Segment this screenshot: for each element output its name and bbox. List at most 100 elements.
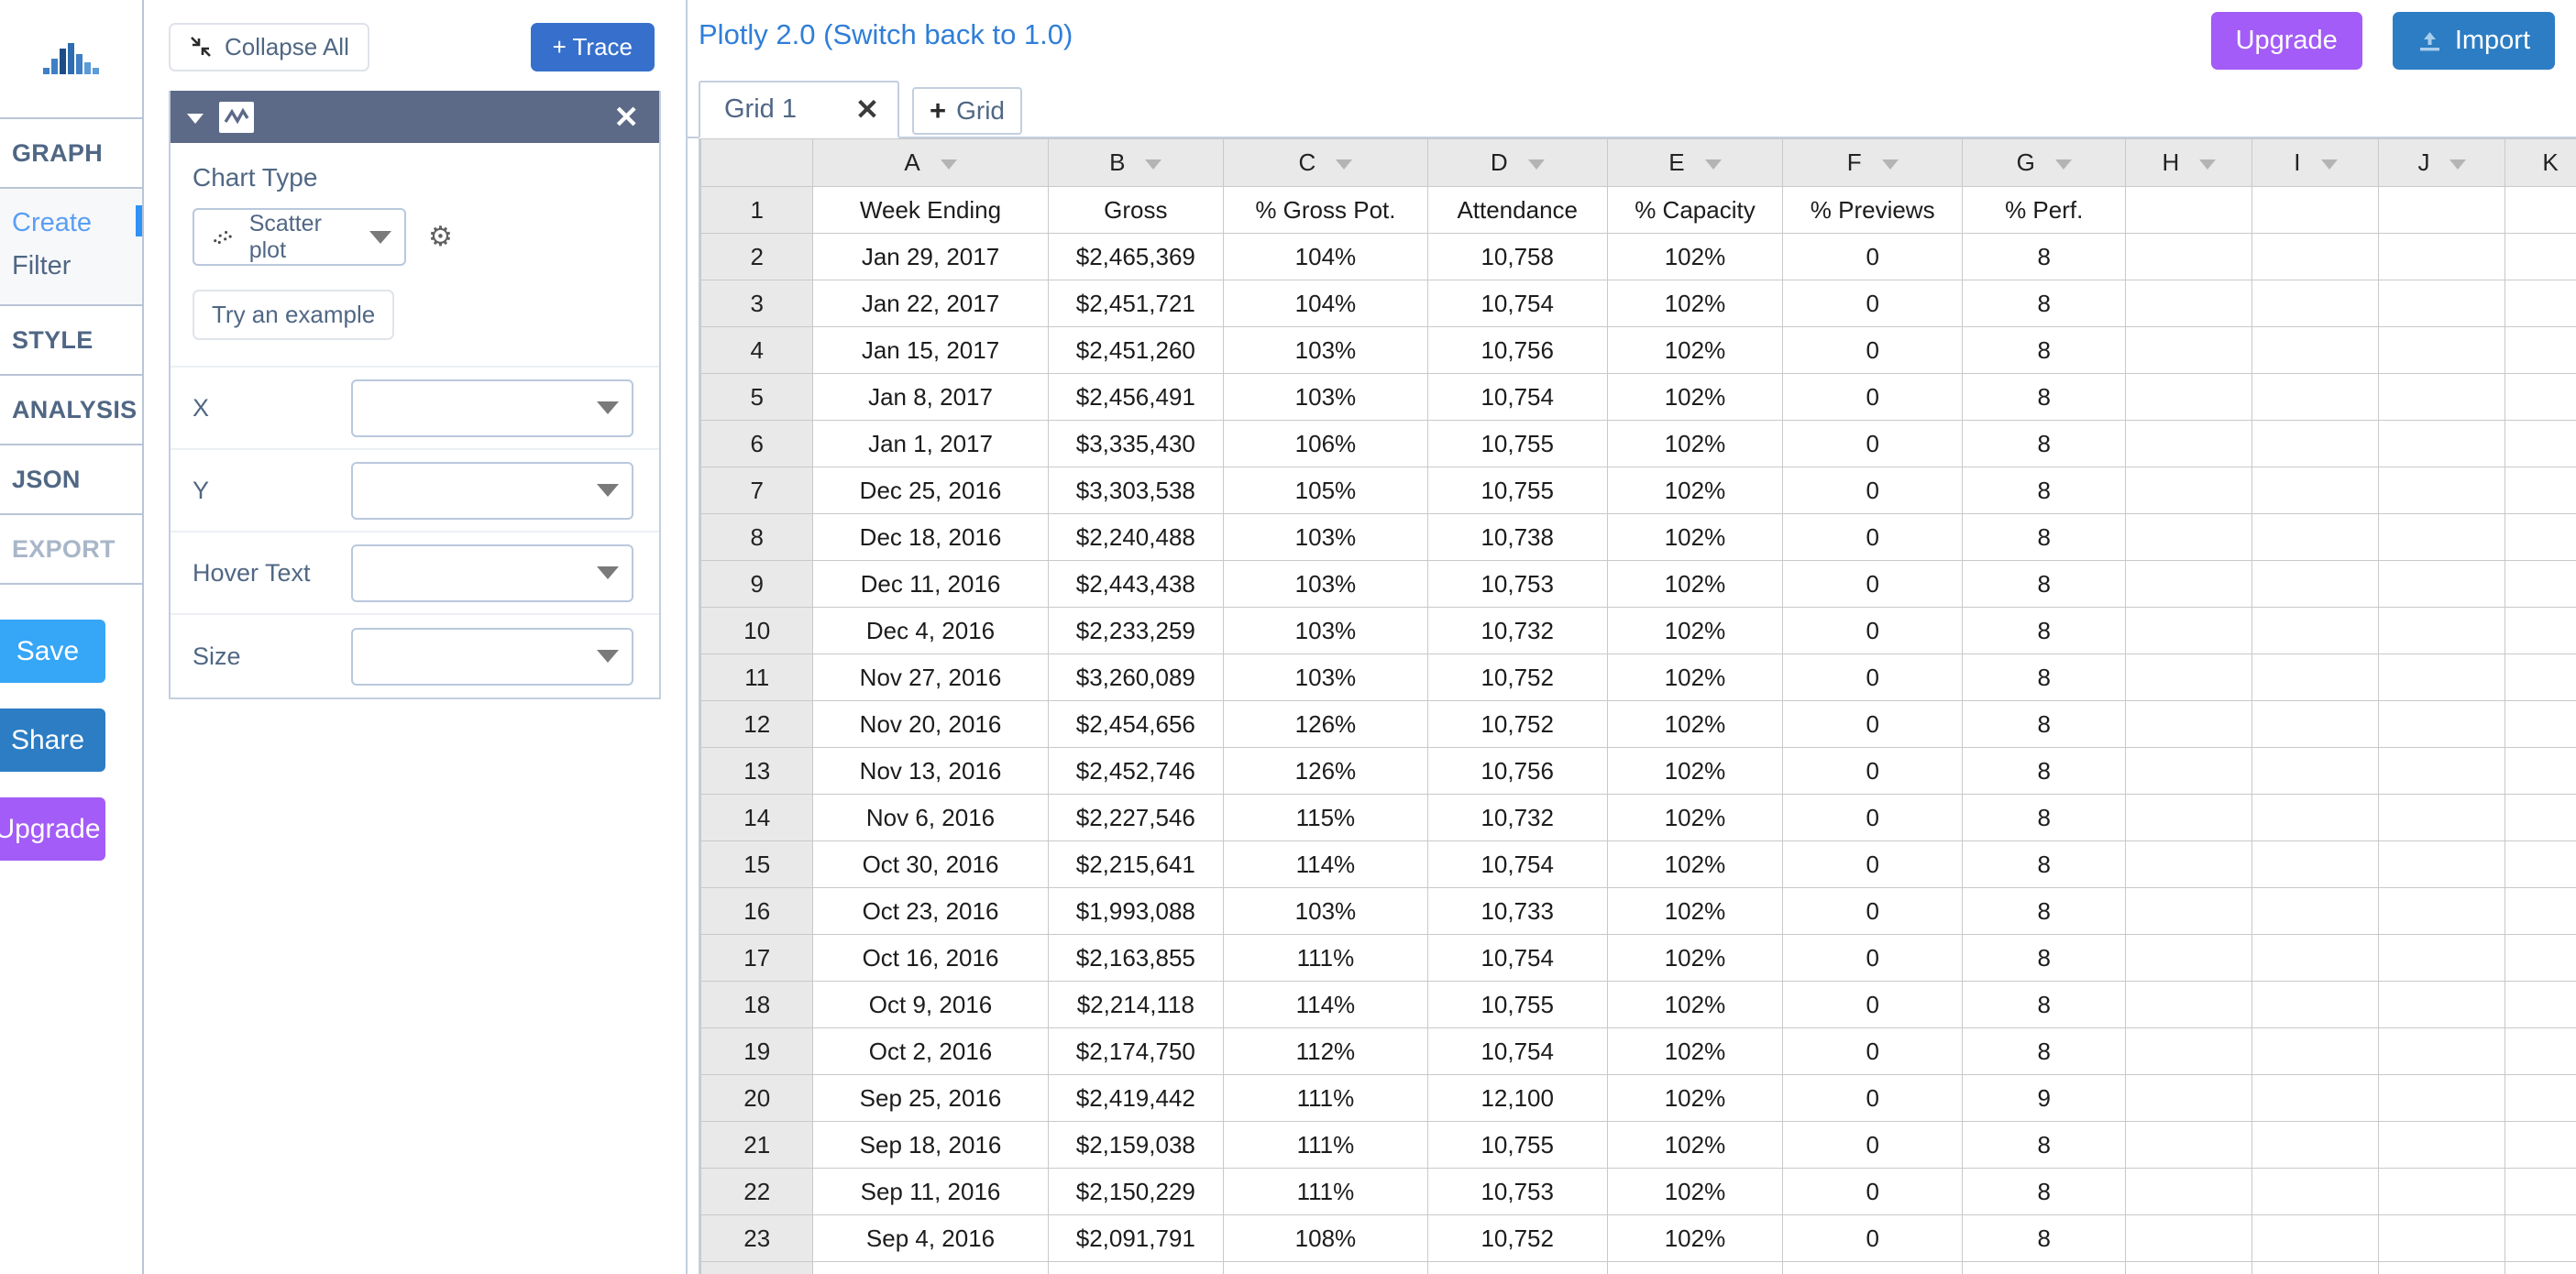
column-header-h[interactable]: H bbox=[2125, 138, 2253, 187]
grid-cell[interactable]: 10,754 bbox=[1426, 280, 1608, 327]
grid-cell[interactable] bbox=[2125, 280, 2253, 327]
column-header-k[interactable]: K bbox=[2504, 138, 2576, 187]
import-button[interactable]: Import bbox=[2392, 12, 2555, 70]
row-number-cell[interactable]: 19 bbox=[699, 1027, 814, 1075]
grid-cell[interactable]: 0 bbox=[1782, 840, 1964, 888]
grid-cell[interactable]: $2,233,259 bbox=[1047, 607, 1225, 654]
grid-cell[interactable]: 103% bbox=[1223, 326, 1428, 374]
page-title[interactable]: Plotly 2.0 (Switch back to 1.0) bbox=[688, 0, 1073, 51]
grid-cell[interactable]: % Gross Pot. bbox=[1223, 186, 1428, 234]
grid-cell[interactable]: 10,754 bbox=[1426, 934, 1608, 982]
grid-cell[interactable]: Jan 1, 2017 bbox=[812, 420, 1049, 467]
grid-cell[interactable]: 10,733 bbox=[1426, 887, 1608, 935]
grid-cell[interactable]: 102% bbox=[1606, 513, 1784, 561]
grid-cell[interactable]: 0 bbox=[1782, 794, 1964, 841]
grid-cell[interactable] bbox=[2504, 373, 2576, 421]
grid-cell[interactable] bbox=[2125, 981, 2253, 1028]
grid-cell[interactable]: 10,756 bbox=[1426, 326, 1608, 374]
grid-cell[interactable]: 104% bbox=[1223, 280, 1428, 327]
chevron-down-icon[interactable] bbox=[2320, 159, 2338, 170]
row-number-cell[interactable]: 10 bbox=[699, 607, 814, 654]
x-axis-select[interactable] bbox=[351, 379, 633, 437]
spreadsheet-scroll-area[interactable]: A B C D E F G H I J K L M bbox=[699, 138, 2576, 1274]
grid-cell[interactable] bbox=[2125, 653, 2253, 701]
grid-cell[interactable] bbox=[2125, 1214, 2253, 1262]
grid-cell[interactable] bbox=[2504, 1214, 2576, 1262]
column-header-a[interactable]: A bbox=[812, 138, 1049, 187]
grid-cell[interactable]: 10,753 bbox=[1426, 1168, 1608, 1215]
grid-cell[interactable]: 0 bbox=[1782, 1027, 1964, 1075]
grid-cell[interactable] bbox=[2504, 887, 2576, 935]
grid-cell[interactable] bbox=[2125, 934, 2253, 982]
chevron-down-icon[interactable] bbox=[1527, 159, 1545, 170]
grid-cell[interactable]: 10,756 bbox=[1426, 747, 1608, 795]
grid-cell[interactable]: 103% bbox=[1223, 607, 1428, 654]
grid-cell[interactable]: Nov 6, 2016 bbox=[812, 794, 1049, 841]
grid-cell[interactable]: 10,753 bbox=[1426, 560, 1608, 608]
grid-cell[interactable] bbox=[2251, 373, 2380, 421]
grid-cell[interactable]: 8 bbox=[1962, 467, 2127, 514]
grid-cell[interactable]: $2,456,491 bbox=[1047, 373, 1225, 421]
chevron-down-icon[interactable] bbox=[1145, 159, 1162, 170]
grid-cell[interactable] bbox=[2504, 467, 2576, 514]
grid-cell[interactable]: 111% bbox=[1223, 1121, 1428, 1169]
chevron-down-icon[interactable] bbox=[2199, 159, 2217, 170]
chevron-down-icon[interactable] bbox=[1336, 159, 1353, 170]
grid-cell[interactable]: $2,240,488 bbox=[1047, 513, 1225, 561]
row-number-cell[interactable]: 23 bbox=[699, 1214, 814, 1262]
grid-cell[interactable]: Oct 30, 2016 bbox=[812, 840, 1049, 888]
grid-cell[interactable] bbox=[2125, 1074, 2253, 1122]
grid-cell[interactable]: 10,752 bbox=[1426, 700, 1608, 748]
grid-cell[interactable]: 112% bbox=[1223, 1027, 1428, 1075]
grid-cell[interactable]: 0 bbox=[1782, 653, 1964, 701]
grid-cell[interactable] bbox=[2504, 280, 2576, 327]
grid-cell[interactable]: 126% bbox=[1223, 747, 1428, 795]
grid-cell[interactable]: Oct 23, 2016 bbox=[812, 887, 1049, 935]
row-number-cell[interactable]: 15 bbox=[699, 840, 814, 888]
grid-cell[interactable]: 102% bbox=[1606, 794, 1784, 841]
grid-cell[interactable] bbox=[2504, 233, 2576, 280]
grid-cell[interactable]: Jan 22, 2017 bbox=[812, 280, 1049, 327]
tab-grid-1[interactable]: Grid 1 ✕ bbox=[699, 81, 899, 138]
grid-cell[interactable]: 8 bbox=[1962, 280, 2127, 327]
hover-text-select[interactable] bbox=[351, 544, 633, 602]
grid-cell[interactable]: 102% bbox=[1606, 840, 1784, 888]
grid-cell[interactable] bbox=[2125, 700, 2253, 748]
grid-cell[interactable] bbox=[2378, 607, 2506, 654]
grid-cell[interactable] bbox=[2378, 794, 2506, 841]
grid-cell[interactable] bbox=[2378, 186, 2506, 234]
column-header-j[interactable]: J bbox=[2378, 138, 2506, 187]
row-number-cell[interactable]: 11 bbox=[699, 653, 814, 701]
grid-cell[interactable]: 0 bbox=[1782, 560, 1964, 608]
grid-cell[interactable] bbox=[2251, 1261, 2380, 1274]
grid-cell[interactable]: 102% bbox=[1606, 1168, 1784, 1215]
grid-cell[interactable] bbox=[2378, 560, 2506, 608]
grid-cell[interactable]: Sep 11, 2016 bbox=[812, 1168, 1049, 1215]
grid-cell[interactable]: 8 bbox=[1962, 700, 2127, 748]
grid-cell[interactable] bbox=[2504, 700, 2576, 748]
grid-cell[interactable] bbox=[2504, 981, 2576, 1028]
add-grid-button[interactable]: + Grid bbox=[912, 87, 1023, 135]
grid-cell[interactable]: Oct 9, 2016 bbox=[812, 981, 1049, 1028]
grid-cell[interactable]: 8 bbox=[1962, 1168, 2127, 1215]
grid-cell[interactable]: 102% bbox=[1606, 233, 1784, 280]
grid-cell[interactable] bbox=[2125, 747, 2253, 795]
grid-cell[interactable] bbox=[2504, 420, 2576, 467]
grid-corner-cell[interactable] bbox=[699, 138, 814, 187]
grid-cell[interactable]: 103% bbox=[1223, 887, 1428, 935]
grid-cell[interactable]: Oct 2, 2016 bbox=[812, 1027, 1049, 1075]
grid-cell[interactable]: Sep 18, 2016 bbox=[812, 1121, 1049, 1169]
grid-cell[interactable]: 0 bbox=[1782, 513, 1964, 561]
grid-cell[interactable]: 114% bbox=[1223, 981, 1428, 1028]
grid-cell[interactable]: 8 bbox=[1962, 887, 2127, 935]
grid-cell[interactable] bbox=[2251, 326, 2380, 374]
chevron-down-icon[interactable] bbox=[187, 113, 204, 124]
grid-cell[interactable]: 103% bbox=[1223, 373, 1428, 421]
grid-cell[interactable]: 8 bbox=[1962, 840, 2127, 888]
grid-cell[interactable]: $2,214,118 bbox=[1047, 981, 1225, 1028]
grid-cell[interactable]: 8 bbox=[1962, 747, 2127, 795]
grid-cell[interactable]: 10,732 bbox=[1426, 794, 1608, 841]
grid-cell[interactable] bbox=[2125, 513, 2253, 561]
grid-cell[interactable] bbox=[2251, 653, 2380, 701]
grid-cell[interactable] bbox=[2504, 1121, 2576, 1169]
